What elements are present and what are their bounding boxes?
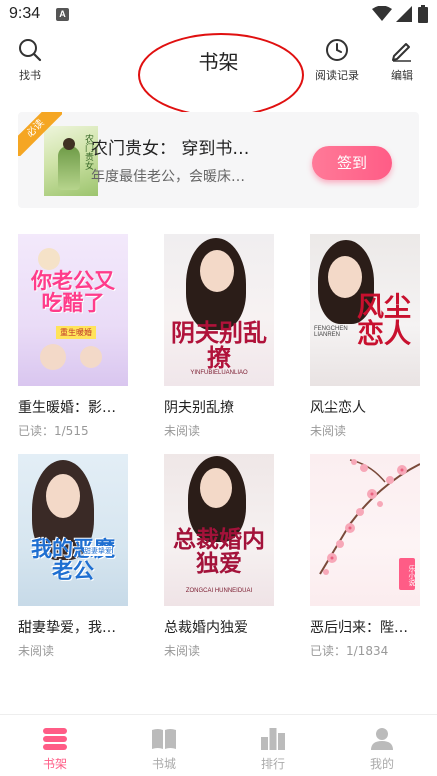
book-item[interactable]: 总裁婚内独爱 ZONGCAI HUNNEIDUAI 总裁婚内独爱 未阅读 [164, 454, 274, 659]
book-item[interactable]: 乐小说 恶后归来：陛… 已读：1/1834 [310, 454, 420, 659]
wifi-icon [372, 6, 392, 21]
status-time: 9:34 [9, 5, 41, 22]
edit-button[interactable]: 编辑 [390, 38, 414, 83]
book-cover-subtitle: ZONGCAI HUNNEIDUAI [185, 588, 253, 594]
book-title: 总裁婚内独爱 [164, 620, 248, 636]
notification-icon: A [56, 8, 69, 21]
book-read-status: 已读：1/1834 [310, 644, 389, 658]
nav-bookshelf[interactable]: 书架 [25, 727, 85, 772]
book-item[interactable]: 风尘恋人 FENGCHEN LIANREN 风尘恋人 未阅读 [310, 234, 420, 439]
battery-icon [418, 5, 428, 23]
book-read-status: 未阅读 [164, 644, 201, 658]
book-cover[interactable]: 我的恶魔老公 甜妻挚爱 [18, 454, 128, 606]
pencil-icon [392, 43, 411, 62]
book-cover-title: 你老公又吃醋了 [31, 268, 115, 316]
book-title: 风尘恋人 [310, 400, 366, 416]
book-cover-title: 风尘恋人 [357, 292, 411, 350]
page-title: 书架 [198, 50, 239, 74]
book-read-status: 已读：1/515 [18, 424, 89, 438]
cover-figure-head [63, 138, 75, 150]
clock-icon [326, 39, 348, 61]
nav-bookshelf-label: 书架 [42, 757, 67, 771]
book-cover-publisher-badge: 乐小说 [399, 558, 416, 590]
cover-cat-illustration [38, 248, 60, 270]
nav-bookstore[interactable]: 书城 [134, 727, 194, 772]
featured-book-card[interactable]: 农门贵女 必读 农门贵女： 穿到书… 年度最佳老公，会暖床… 签到 [18, 112, 419, 208]
book-cover-title: 我的恶魔老公 [31, 536, 115, 584]
signal-icon [396, 6, 412, 22]
book-cover[interactable]: 你老公又吃醋了 重生暖婚 [18, 234, 128, 386]
book-read-status: 未阅读 [164, 424, 201, 438]
top-toolbar: 找书 书架 阅读记录 编辑 [0, 30, 437, 90]
nav-profile-label: 我的 [369, 757, 394, 771]
book-cover[interactable]: 总裁婚内独爱 ZONGCAI HUNNEIDUAI [164, 454, 274, 606]
book-title: 阴夫别乱撩 [164, 400, 234, 416]
edit-label: 编辑 [391, 69, 413, 82]
book-read-status: 未阅读 [310, 424, 347, 438]
bottom-navigation: 书架 书城 排行 我的 [0, 714, 437, 776]
ranking-icon [261, 728, 285, 750]
book-item[interactable]: 阴夫别乱撩 YINFUBIELUANLIAO 阴夫别乱撩 未阅读 [164, 234, 274, 439]
book-title: 恶后归来：陛… [310, 620, 408, 636]
book-cover-subtitle: YINFUBIELUANLIAO [190, 370, 248, 376]
book-item[interactable]: 你老公又吃醋了 重生暖婚 重生暖婚：影… 已读：1/515 [18, 234, 128, 439]
sign-in-button[interactable]: 签到 [312, 146, 392, 180]
reading-history-button[interactable]: 阅读记录 [315, 38, 359, 83]
book-open-icon [152, 729, 176, 749]
cover-character-face [200, 250, 234, 292]
must-read-badge: 必读 [18, 112, 62, 156]
cover-character-face [46, 474, 80, 518]
nav-bookstore-label: 书城 [151, 757, 176, 771]
book-cover-subtitle: FENGCHEN LIANREN [314, 326, 348, 338]
book-item[interactable]: 我的恶魔老公 甜妻挚爱 甜妻挚爱，我… 未阅读 [18, 454, 128, 659]
book-title: 重生暖婚：影… [18, 400, 116, 416]
featured-book-description: 年度最佳老公，会暖床… [91, 169, 245, 185]
bookshelf-icon [43, 728, 67, 750]
cover-character-2 [80, 346, 102, 368]
book-cover[interactable]: 阴夫别乱撩 YINFUBIELUANLIAO [164, 234, 274, 386]
featured-book-title: 农门贵女： 穿到书… [91, 139, 250, 159]
profile-icon [371, 728, 393, 750]
book-title: 甜妻挚爱，我… [18, 620, 116, 636]
cover-character-1 [40, 344, 66, 370]
book-cover-subtitle: 甜妻挚爱 [84, 546, 112, 556]
book-read-status: 未阅读 [18, 644, 55, 658]
book-cover-title: 阴夫别乱撩 [171, 318, 267, 373]
nav-ranking[interactable]: 排行 [243, 727, 303, 772]
must-read-ribbon: 必读 [18, 112, 62, 156]
status-bar: 9:34 A [0, 0, 437, 30]
book-cover[interactable]: 乐小说 [310, 454, 420, 606]
reading-history-label: 阅读记录 [315, 69, 359, 82]
book-cover-title: 总裁婚内独爱 [173, 526, 265, 578]
book-cover-subtitle: 重生暖婚 [56, 326, 96, 339]
book-cover[interactable]: 风尘恋人 FENGCHEN LIANREN [310, 234, 420, 386]
nav-ranking-label: 排行 [260, 757, 285, 771]
cover-character-face [200, 468, 232, 508]
nav-profile[interactable]: 我的 [352, 727, 412, 772]
